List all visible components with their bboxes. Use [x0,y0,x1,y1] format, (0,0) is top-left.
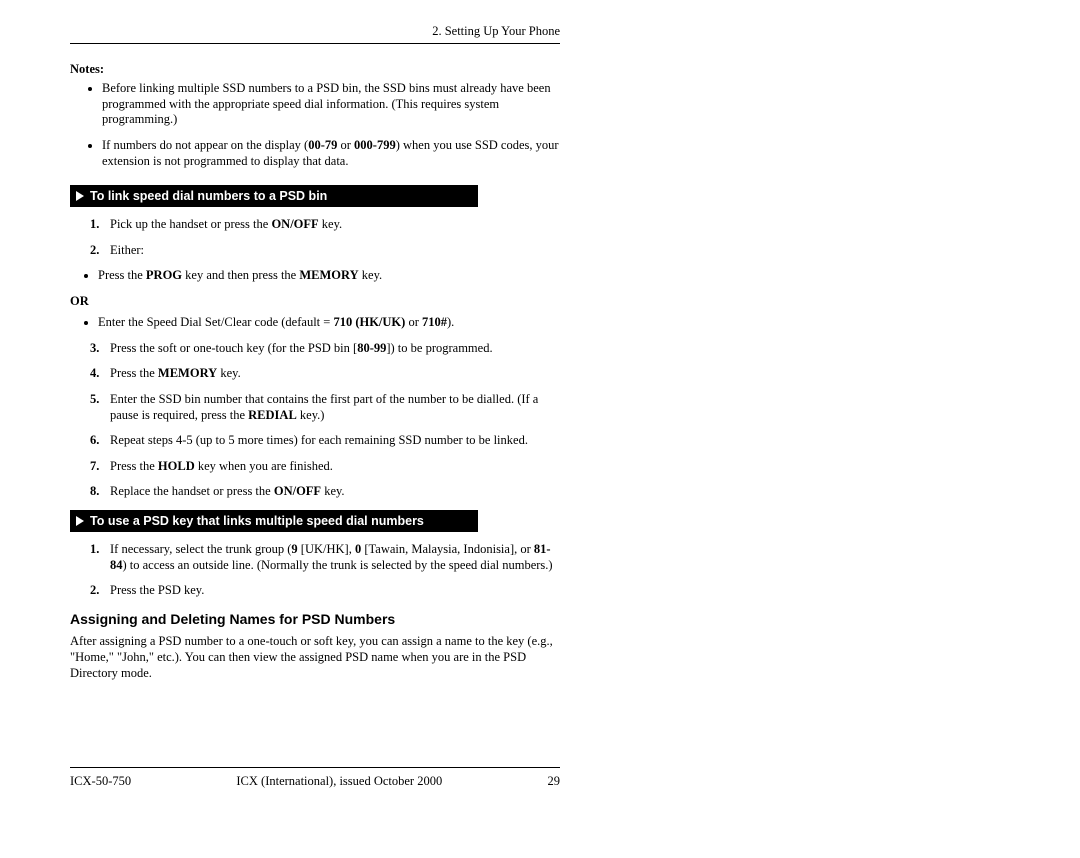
text: Replace the handset or press the [110,484,274,498]
step-number: 1. [90,217,110,233]
document-page: 2. Setting Up Your Phone Notes: Before l… [70,24,560,682]
task-bar-label: To link speed dial numbers to a PSD bin [90,189,327,203]
bold: MEMORY [158,366,217,380]
text: key and then press the [182,268,299,282]
step-number: 3. [90,341,110,357]
text: or [405,315,422,329]
step-1: 1. Pick up the handset or press the ON/O… [90,217,560,233]
text: ). [447,315,454,329]
body-paragraph: After assigning a PSD number to a one-to… [70,633,560,682]
text: key. [321,484,345,498]
substep-list: Enter the Speed Dial Set/Clear code (def… [98,315,560,331]
step-body: Repeat steps 4-5 (up to 5 more times) fo… [110,433,560,449]
substep: Press the PROG key and then press the ME… [98,268,560,284]
step-number: 8. [90,484,110,500]
text: ) to access an outside line. (Normally t… [123,558,553,572]
footer-left: ICX-50-750 [70,774,131,789]
step-body: Press the HOLD key when you are finished… [110,459,560,475]
step-body: Press the MEMORY key. [110,366,560,382]
step-1: 1. If necessary, select the trunk group … [90,542,560,573]
bold: 710# [422,315,447,329]
bold: MEMORY [299,268,358,282]
step-body: Enter the SSD bin number that contains t… [110,392,560,423]
section-heading: Assigning and Deleting Names for PSD Num… [70,611,560,627]
step-body: Press the PSD key. [110,583,560,599]
page-number: 29 [548,774,561,789]
triangle-right-icon [76,191,84,201]
text: key. [359,268,383,282]
step-number: 6. [90,433,110,449]
steps-list-2: 1. If necessary, select the trunk group … [90,542,560,599]
footer-rule [70,767,560,768]
text: Press the [110,366,158,380]
step-number: 2. [90,243,110,259]
task-bar-link-psd: To link speed dial numbers to a PSD bin [70,185,478,207]
chapter-header: 2. Setting Up Your Phone [70,24,560,39]
bold: PROG [146,268,182,282]
text: [Tawain, Malaysia, Indonisia], or [361,542,534,556]
notes-item-text: If numbers do not appear on the display … [102,138,559,168]
text: [UK/HK], [298,542,355,556]
step-number: 2. [90,583,110,599]
task-bar-label: To use a PSD key that links multiple spe… [90,514,424,528]
step-body: If necessary, select the trunk group (9 … [110,542,560,573]
bold: HOLD [158,459,195,473]
text: Pick up the handset or press the [110,217,271,231]
step-number: 7. [90,459,110,475]
bold: ON/OFF [271,217,318,231]
step-2: 2. Either: [90,243,560,259]
header-rule [70,43,560,44]
text: Press the soft or one-touch key (for the… [110,341,357,355]
bold: ON/OFF [274,484,321,498]
step-6: 6. Repeat steps 4-5 (up to 5 more times)… [90,433,560,449]
text: key. [217,366,241,380]
bold: 80-99 [357,341,386,355]
step-body: Either: [110,243,560,259]
step-body: Press the soft or one-touch key (for the… [110,341,560,357]
text: Press the [110,459,158,473]
or-divider: OR [70,294,560,309]
step-3: 3. Press the soft or one-touch key (for … [90,341,560,357]
steps-list-1: 1. Pick up the handset or press the ON/O… [90,217,560,258]
notes-label: Notes: [70,62,560,77]
step-number: 1. [90,542,110,573]
step-8: 8. Replace the handset or press the ON/O… [90,484,560,500]
step-2: 2. Press the PSD key. [90,583,560,599]
task-bar-use-psd: To use a PSD key that links multiple spe… [70,510,478,532]
notes-item: If numbers do not appear on the display … [102,138,560,169]
substep: Enter the Speed Dial Set/Clear code (def… [98,315,560,331]
text: Enter the Speed Dial Set/Clear code (def… [98,315,333,329]
text: key when you are finished. [195,459,333,473]
step-body: Replace the handset or press the ON/OFF … [110,484,560,500]
footer-line: ICX-50-750 ICX (International), issued O… [70,774,560,789]
notes-item: Before linking multiple SSD numbers to a… [102,81,560,128]
bold: REDIAL [248,408,297,422]
step-number: 5. [90,392,110,423]
page-footer: ICX-50-750 ICX (International), issued O… [70,767,560,789]
bold: 710 (HK/UK) [333,315,405,329]
step-number: 4. [90,366,110,382]
triangle-right-icon [76,516,84,526]
step-4: 4. Press the MEMORY key. [90,366,560,382]
notes-list: Before linking multiple SSD numbers to a… [102,81,560,169]
step-body: Pick up the handset or press the ON/OFF … [110,217,560,233]
text: Press the [98,268,146,282]
text: ]) to be programmed. [386,341,492,355]
footer-center: ICX (International), issued October 2000 [131,774,547,789]
text: If necessary, select the trunk group ( [110,542,291,556]
text: key. [319,217,343,231]
substep-list: Press the PROG key and then press the ME… [98,268,560,284]
text: key.) [297,408,325,422]
steps-list-1b: 3. Press the soft or one-touch key (for … [90,341,560,500]
step-5: 5. Enter the SSD bin number that contain… [90,392,560,423]
step-7: 7. Press the HOLD key when you are finis… [90,459,560,475]
